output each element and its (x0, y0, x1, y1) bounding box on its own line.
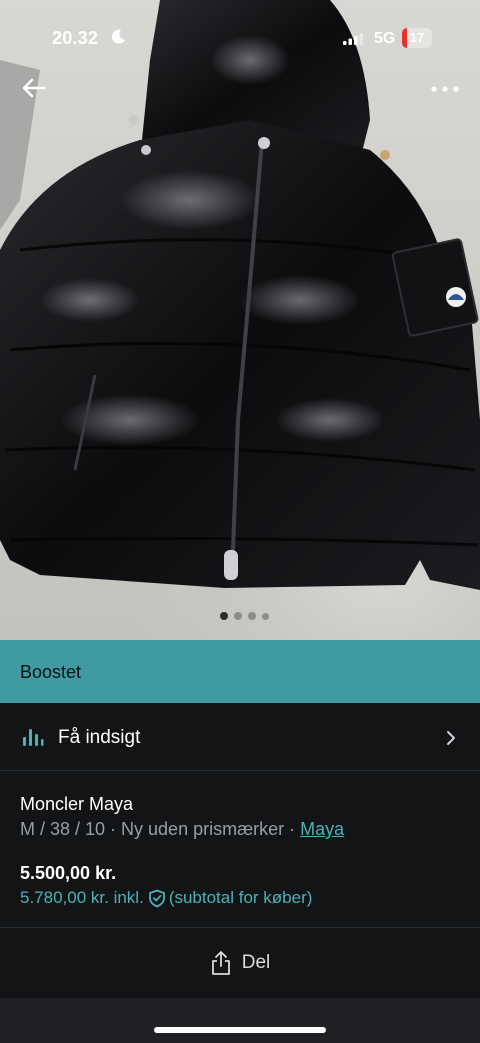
share-icon (211, 951, 230, 975)
shield-check-icon (148, 889, 165, 907)
battery-icon: 17 (402, 28, 432, 48)
item-price: 5.500,00 kr. (20, 863, 117, 883)
buyer-price-row[interactable]: 5.780,00 kr. inkl. (subtotal for køber) (20, 888, 312, 908)
photo-pagination[interactable] (220, 612, 269, 620)
item-title: Moncler Maya (20, 794, 134, 814)
bottom-panel (0, 998, 480, 1043)
network-type: 5G (374, 30, 396, 47)
pagination-dot[interactable] (248, 612, 256, 620)
more-icon[interactable] (428, 82, 462, 96)
boosted-label: Boostet (20, 662, 82, 682)
product-photo[interactable]: 20.32 5G 17 (0, 0, 480, 640)
moon-icon (111, 29, 125, 44)
signal-icon (343, 33, 363, 45)
brand-link[interactable]: Maya (300, 819, 344, 839)
status-bar: 20.32 5G 17 (0, 0, 480, 78)
boosted-banner: Boostet (0, 640, 480, 703)
item-meta: M / 38 / 10 · Ny uden prismærker · Maya (20, 819, 344, 840)
share-label: Del (241, 952, 271, 973)
item-meta-text: M / 38 / 10 · Ny uden prismærker · (20, 819, 301, 839)
back-arrow-icon[interactable] (20, 76, 48, 100)
chevron-right-icon (447, 731, 455, 745)
home-indicator[interactable] (154, 1027, 326, 1033)
status-time: 20.32 (52, 28, 99, 48)
buyer-price: 5.780,00 kr. inkl. (20, 888, 144, 907)
pagination-dot[interactable] (220, 612, 228, 620)
bar-chart-icon (23, 729, 44, 746)
pagination-dot[interactable] (262, 612, 269, 620)
buyer-price-note: (subtotal for køber) (168, 888, 313, 907)
pagination-dot[interactable] (234, 612, 242, 620)
share-button[interactable]: Del (0, 928, 480, 998)
jacket-image (0, 0, 480, 590)
insight-label: Få indsigt (58, 727, 141, 748)
battery-level: 17 (409, 30, 425, 45)
insight-button[interactable]: Få indsigt (0, 703, 480, 771)
